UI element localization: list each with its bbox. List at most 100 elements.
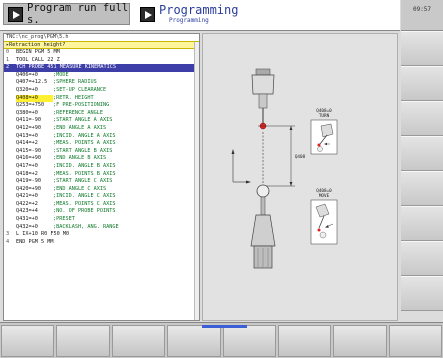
q-comment: ;MODE xyxy=(53,71,69,78)
tab-program-run[interactable]: Program run full s. xyxy=(3,2,130,26)
program-listing[interactable]: TNC:\nc_prog\PGM\5.h ▸Retraction height?… xyxy=(3,33,200,321)
program-line[interactable]: Q414=+2 ;MEAS. POINTS A AXIS xyxy=(4,140,199,148)
program-line[interactable]: Q412=+90 ;END ANGLE A AXIS xyxy=(4,125,199,133)
program-line[interactable]: 3 L IX+10 R0 F50 M0 xyxy=(4,231,199,239)
line-number xyxy=(6,79,16,87)
program-line[interactable]: Q253=+750 ;F PRE-POSITIONING xyxy=(4,102,199,110)
q-parameter[interactable]: Q419=-90 xyxy=(16,178,53,186)
softkey-7[interactable] xyxy=(333,325,387,357)
line-code: TOOL CALL 22 Z xyxy=(16,56,60,63)
q-comment: ;END ANGLE C AXIS xyxy=(53,185,107,192)
line-code: END PGM 5 MM xyxy=(16,238,54,245)
q-parameter[interactable]: Q406=+0 xyxy=(16,72,53,80)
line-code: Q419=-90 ;START ANGLE C AXIS xyxy=(16,178,112,186)
vertical-softkey-3[interactable] xyxy=(401,101,443,136)
tab-programming-subtitle: Programming xyxy=(169,16,209,24)
line-code: Q411=-90 ;START ANGLE A AXIS xyxy=(16,117,112,125)
q-comment: ;SPHERE RADIUS xyxy=(53,79,97,86)
q-comment: ;BACKLASH, ANG. RANGE xyxy=(53,223,119,230)
softkey-5[interactable] xyxy=(222,325,276,357)
program-line[interactable]: Q320=+0 ;SET-UP CLEARANCE xyxy=(4,87,199,95)
vertical-softkey-2[interactable] xyxy=(401,66,443,101)
program-line[interactable]: Q431=+0 ;PRESET xyxy=(4,216,199,224)
program-line[interactable]: 1 TOOL CALL 22 Z xyxy=(4,57,199,65)
q-parameter[interactable]: Q413=+0 xyxy=(16,133,53,141)
input-prompt[interactable]: ▸Retraction height? xyxy=(4,41,199,49)
q-parameter[interactable]: Q412=+90 xyxy=(16,125,53,133)
program-line[interactable]: 4 END PGM 5 MM xyxy=(4,239,199,247)
vertical-softkey-5[interactable] xyxy=(401,171,443,206)
program-line[interactable]: Q418=+2 ;MEAS. POINTS B AXIS xyxy=(4,171,199,179)
q-parameter[interactable]: Q320=+0 xyxy=(16,87,53,95)
program-line[interactable]: 0 BEGIN PGM 5 MM xyxy=(4,49,199,57)
q-parameter[interactable]: Q418=+2 xyxy=(16,171,53,179)
vertical-softkey-bar xyxy=(401,31,443,322)
vertical-softkey-1[interactable] xyxy=(401,31,443,66)
tab-program-run-label: Program run full s. xyxy=(27,2,129,26)
vertical-softkey-7[interactable] xyxy=(401,241,443,276)
q-parameter[interactable]: Q421=+0 xyxy=(16,193,53,201)
line-number xyxy=(6,140,16,148)
program-line[interactable]: Q407=+12.5 ;SPHERE RADIUS xyxy=(4,79,199,87)
line-number: 4 xyxy=(6,238,10,245)
q-parameter[interactable]: Q417=+0 xyxy=(16,163,53,171)
softkey-4[interactable] xyxy=(167,325,221,357)
q-parameter[interactable]: Q408=+0 xyxy=(16,94,53,103)
tab-programming[interactable]: Programming Programming xyxy=(136,3,256,25)
line-number: 3 xyxy=(6,231,10,238)
play-icon xyxy=(8,6,23,22)
q-parameter[interactable]: Q420=+90 xyxy=(16,186,53,194)
program-line[interactable]: Q420=+90 ;END ANGLE C AXIS xyxy=(4,186,199,194)
line-code: Q432=+0 ;BACKLASH, ANG. RANGE xyxy=(16,224,119,232)
listing-scrollbar[interactable] xyxy=(194,42,199,320)
line-number xyxy=(6,224,16,232)
q-parameter[interactable]: Q416=+90 xyxy=(16,155,53,163)
height-label: Q408 xyxy=(294,155,306,160)
program-line[interactable]: Q380=+0 ;REFERENCE ANGLE xyxy=(4,110,199,118)
program-line[interactable]: Q406=+0 ;MODE xyxy=(4,72,199,80)
program-line[interactable]: Q411=-90 ;START ANGLE A AXIS xyxy=(4,117,199,125)
q-comment: ;MEAS. POINTS B AXIS xyxy=(53,170,116,177)
program-line[interactable]: Q408=+0 ;RETR. HEIGHT xyxy=(4,94,199,103)
softkey-2[interactable] xyxy=(56,325,110,357)
q-comment: ;START ANGLE A AXIS xyxy=(53,117,113,124)
probe-head-graphic xyxy=(251,68,275,130)
softkey-1[interactable] xyxy=(1,325,55,357)
vertical-softkey-4[interactable] xyxy=(401,136,443,171)
tab-programming-title: Programming xyxy=(159,2,239,17)
q-comment: ;MEAS. POINTS C AXIS xyxy=(53,200,116,207)
program-line[interactable]: Q422=+2 ;MEAS. POINTS C AXIS xyxy=(4,201,199,209)
q-parameter[interactable]: Q411=-90 xyxy=(16,117,53,125)
softkey-6[interactable] xyxy=(277,325,332,357)
softkey-3[interactable] xyxy=(111,325,166,357)
q-parameter[interactable]: Q415=-90 xyxy=(16,148,53,156)
q-comment: ;INCID. ANGLE B AXIS xyxy=(53,162,116,169)
q-parameter[interactable]: Q380=+0 xyxy=(16,110,53,118)
q-comment: ;END ANGLE B AXIS xyxy=(53,155,107,162)
q-parameter[interactable]: Q407=+12.5 xyxy=(16,79,53,87)
line-code: Q406=+0 ;MODE xyxy=(16,72,69,80)
program-line[interactable]: Q423=+4 ;NO. OF PROBE POINTS xyxy=(4,208,199,216)
program-line[interactable]: Q415=-90 ;START ANGLE B AXIS xyxy=(4,148,199,156)
program-line[interactable]: Q413=+0 ;INCID. ANGLE A AXIS xyxy=(4,133,199,141)
program-line[interactable]: Q432=+0 ;BACKLASH, ANG. RANGE xyxy=(4,224,199,232)
line-number xyxy=(6,87,16,95)
q-parameter[interactable]: Q414=+2 xyxy=(16,140,53,148)
program-line[interactable]: Q419=-90 ;START ANGLE C AXIS xyxy=(4,178,199,186)
program-lines[interactable]: 0 BEGIN PGM 5 MM 1 TOOL CALL 22 Z 2 TCH PROBE… xyxy=(4,49,199,246)
vertical-softkey-8[interactable] xyxy=(401,276,443,311)
help-graphic: Q408=0 TURN Q408 Q408=0 MOVE xyxy=(202,33,398,321)
program-line[interactable]: 2 TCH PROBE 451 MEASURE KINEMATICS xyxy=(4,64,199,72)
q-parameter[interactable]: Q432=+0 xyxy=(16,224,53,232)
q-parameter[interactable]: Q422=+2 xyxy=(16,201,53,209)
q-parameter[interactable]: Q431=+0 xyxy=(16,216,53,224)
line-number: 2 xyxy=(6,64,10,71)
vertical-softkey-6[interactable] xyxy=(401,206,443,241)
q-parameter[interactable]: Q423=+4 xyxy=(16,208,53,216)
softkey-8[interactable] xyxy=(388,325,442,357)
program-line[interactable]: Q421=+0 ;INCID. ANGLE C AXIS xyxy=(4,193,199,201)
program-line[interactable]: Q416=+90 ;END ANGLE B AXIS xyxy=(4,155,199,163)
program-line[interactable]: Q417=+0 ;INCID. ANGLE B AXIS xyxy=(4,163,199,171)
q-parameter[interactable]: Q253=+750 xyxy=(16,102,53,110)
line-code: Q421=+0 ;INCID. ANGLE C AXIS xyxy=(16,193,115,201)
